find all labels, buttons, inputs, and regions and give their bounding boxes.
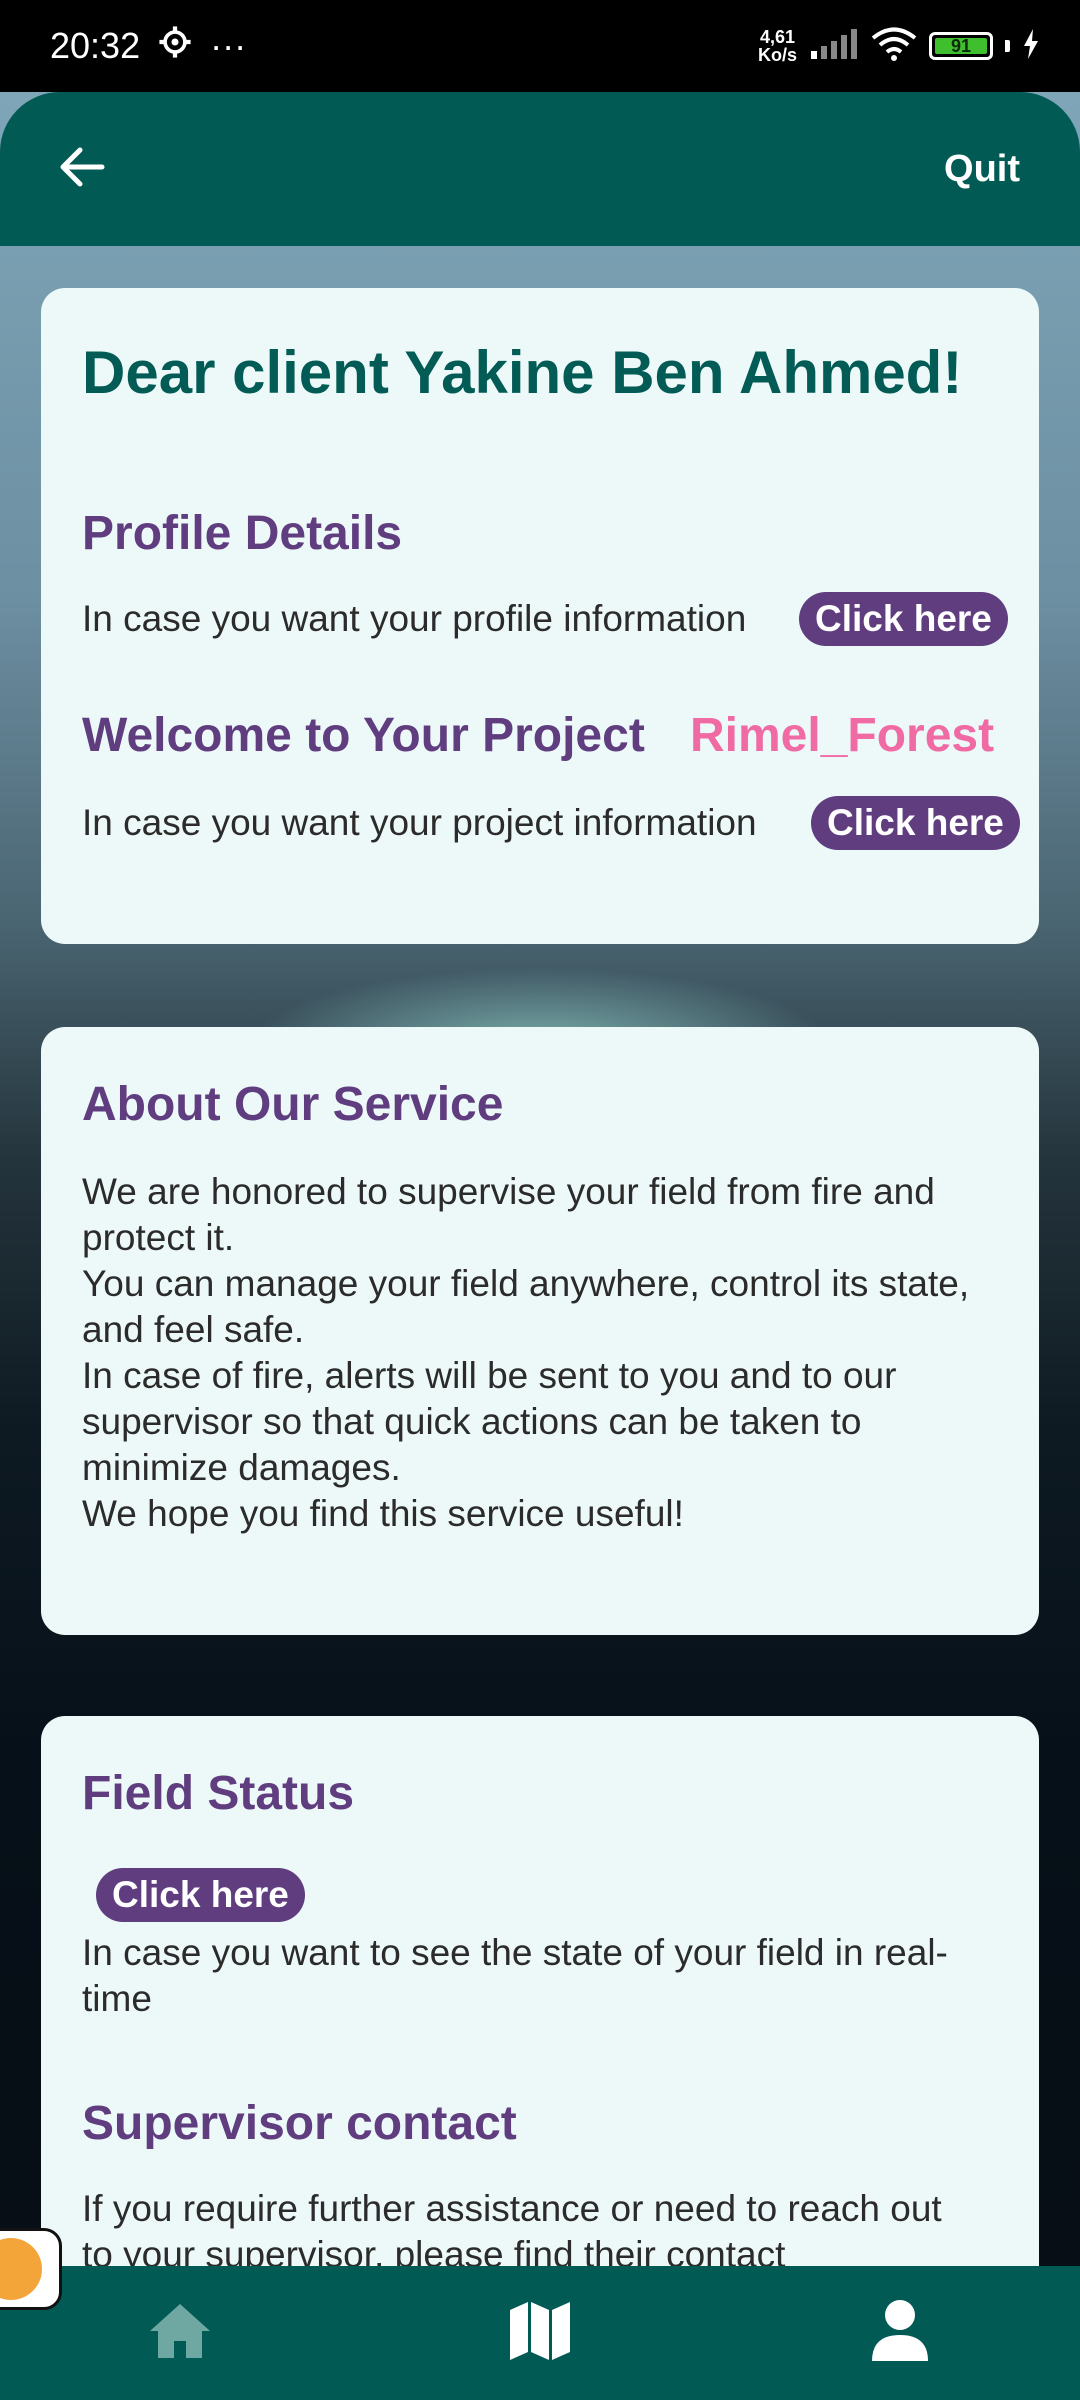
settings-gear-icon (158, 25, 192, 68)
home-icon (147, 2301, 213, 2366)
field-status-text: In case you want to see the state of you… (82, 1932, 948, 2019)
arrow-left-icon (58, 145, 106, 194)
user-icon (870, 2299, 930, 2368)
battery-icon: 91 (929, 32, 993, 60)
field-status-title: Field Status (82, 1767, 355, 1820)
signal-icon (809, 28, 859, 64)
project-name: Rimel_Forest (690, 709, 995, 762)
greeting-title: Dear client Yakine Ben Ahmed! (82, 339, 963, 406)
accessibility-floating-button[interactable] (0, 2228, 62, 2310)
about-service-title: About Our Service (82, 1078, 504, 1131)
profile-click-here-button[interactable]: Click here (799, 592, 1008, 646)
about-line-1: We are honored to supervise your field f… (82, 1171, 935, 1258)
about-line-3: In case of fire, alerts will be sent to … (82, 1355, 897, 1488)
nav-profile[interactable] (840, 2283, 960, 2383)
profile-info-text: In case you want your profile informatio… (82, 598, 747, 639)
nav-map[interactable] (480, 2283, 600, 2383)
back-button[interactable] (52, 139, 112, 199)
field-status-click-here-button[interactable]: Click here (96, 1868, 305, 1922)
nav-home[interactable] (120, 2283, 240, 2383)
app-bar: Quit (0, 92, 1080, 246)
about-line-2: You can manage your field anywhere, cont… (82, 1263, 970, 1350)
status-bar: 20:32 ··· 4,61 Ko/s 91 (0, 0, 1080, 92)
supervisor-contact-title: Supervisor contact (82, 2097, 517, 2150)
supervisor-contact-text: If you require further assistance or nee… (82, 2188, 942, 2275)
project-click-here-button[interactable]: Click here (811, 796, 1020, 850)
wifi-icon (871, 27, 917, 66)
welcome-card: Dear client Yakine Ben Ahmed! Profile De… (41, 288, 1039, 944)
battery-level: 91 (950, 35, 972, 56)
charging-bolt-icon (1022, 28, 1040, 64)
network-speed: 4,61 Ko/s (757, 27, 797, 65)
more-notifications-icon: ··· (210, 25, 247, 66)
about-line-4: We hope you find this service useful! (82, 1493, 684, 1534)
about-service-text: We are honored to supervise your field f… (82, 1169, 1012, 1537)
profile-details-title: Profile Details (82, 507, 403, 560)
about-service-card: About Our Service We are honored to supe… (41, 1027, 1039, 1635)
status-time: 20:32 (50, 25, 141, 66)
map-icon (508, 2300, 572, 2367)
project-welcome-title: Welcome to Your Project (82, 709, 645, 762)
battery-cap (1005, 40, 1010, 52)
quit-button[interactable]: Quit (944, 148, 1020, 191)
bottom-navigation (0, 2266, 1080, 2400)
accessibility-icon (0, 2238, 42, 2300)
project-info-text: In case you want your project informatio… (82, 802, 757, 843)
